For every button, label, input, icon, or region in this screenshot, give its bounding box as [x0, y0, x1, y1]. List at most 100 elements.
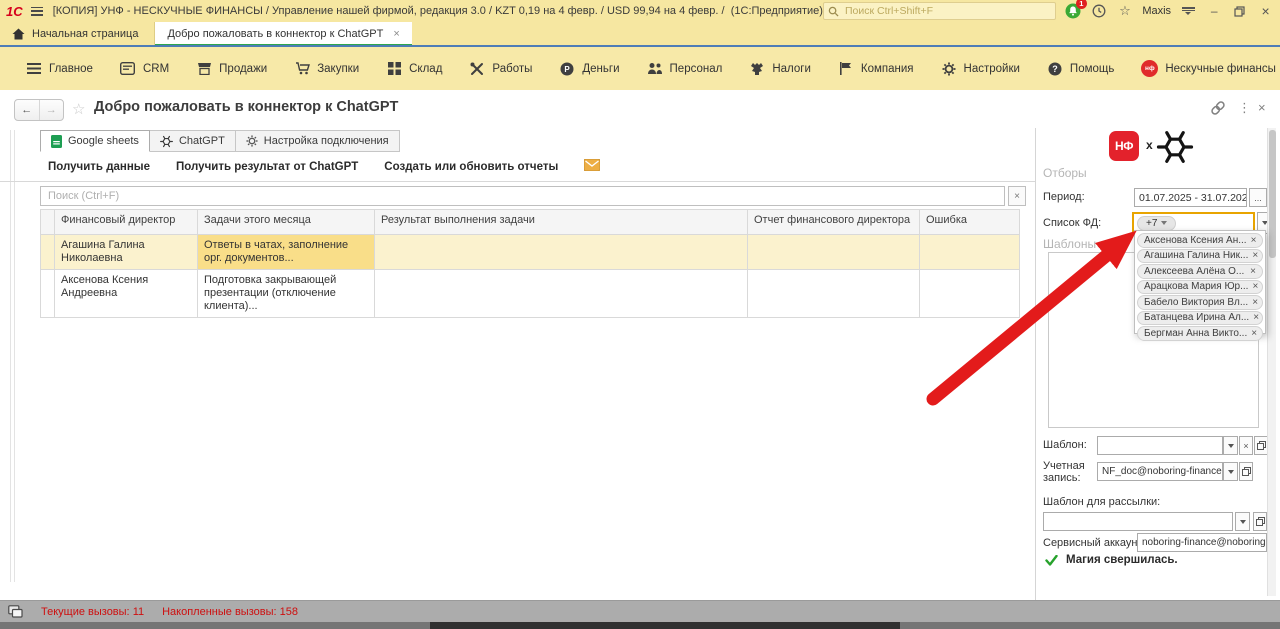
global-search-box[interactable] — [823, 2, 1056, 20]
tab-home-label: Начальная страница — [32, 28, 138, 40]
cell-result[interactable] — [375, 235, 748, 269]
template-open-button[interactable] — [1254, 436, 1268, 455]
fd-list-item[interactable]: Батанцева Ирина Ал...× — [1137, 311, 1263, 326]
account-open-button[interactable] — [1239, 462, 1253, 481]
get-chatgpt-result-button[interactable]: Получить результат от ChatGPT — [176, 161, 358, 173]
menu-item-works[interactable]: Работы — [469, 61, 532, 77]
scrollbar-thumb[interactable] — [1269, 130, 1276, 258]
menu-item-sales[interactable]: Продажи — [196, 61, 267, 77]
get-link-button[interactable] — [1210, 100, 1226, 121]
more-actions-icon[interactable]: ⋮ — [1238, 100, 1251, 116]
menu-item-crm[interactable]: CRM — [120, 61, 169, 77]
forward-button[interactable]: → — [39, 100, 64, 120]
notifications-button[interactable]: 1 — [1065, 2, 1082, 20]
success-message: Магия свершилась. — [1066, 554, 1178, 566]
subtab-connection-settings[interactable]: Настройка подключения — [236, 130, 400, 152]
clear-search-button[interactable]: × — [1008, 186, 1026, 206]
menu-item-help[interactable]: ? Помощь — [1047, 61, 1114, 77]
chevron-down-icon — [1161, 221, 1167, 225]
menu-item-warehouse[interactable]: Склад — [386, 61, 442, 77]
fd-list-item[interactable]: Арацкова Мария Юр...× — [1137, 280, 1263, 295]
cell-director[interactable]: Аксенова Ксения Андреевна — [55, 270, 198, 317]
cell-tasks-current[interactable]: Ответы в чатах, заполнение орг. документ… — [198, 235, 375, 269]
cell-result[interactable] — [375, 270, 748, 317]
remove-icon[interactable]: × — [1252, 281, 1258, 292]
cell-error[interactable] — [920, 270, 1020, 317]
mailing-template-field[interactable] — [1043, 512, 1233, 531]
remove-icon[interactable]: × — [1253, 312, 1259, 323]
fd-count-chip[interactable]: +7 — [1137, 216, 1176, 231]
cell-error[interactable] — [920, 235, 1020, 269]
service-menu-icon[interactable] — [1180, 2, 1197, 20]
cell-report[interactable] — [748, 235, 920, 269]
table-row[interactable]: Агашина Галина Николаевна Ответы в чатах… — [40, 235, 1020, 270]
close-form-icon[interactable]: × — [1258, 100, 1266, 115]
panel-scrollbar[interactable] — [1267, 128, 1276, 596]
account-field[interactable]: NF_doc@noboring-finance.ru — [1097, 462, 1223, 481]
mailing-dropdown-button[interactable] — [1235, 512, 1250, 531]
main-menu-icon[interactable] — [31, 7, 43, 16]
remove-icon[interactable]: × — [1250, 266, 1256, 277]
back-button[interactable]: ← — [15, 100, 39, 120]
menu-item-noboring-finance[interactable]: нф Нескучные финансы — [1141, 60, 1276, 77]
table-row[interactable]: Аксенова Ксения Андреевна Подготовка зак… — [40, 270, 1020, 318]
mailing-open-button[interactable] — [1253, 512, 1267, 531]
get-data-button[interactable]: Получить данные — [48, 161, 150, 173]
menu-item-company[interactable]: Компания — [838, 61, 914, 77]
mail-button[interactable] — [584, 158, 600, 176]
close-tab-icon[interactable]: × — [393, 28, 399, 40]
fd-list-item[interactable]: Аксенова Ксения Ан...× — [1137, 233, 1263, 248]
close-window-button[interactable]: × — [1257, 2, 1274, 20]
favorite-star-icon[interactable]: ☆ — [72, 100, 85, 118]
home-icon — [12, 28, 25, 40]
service-account-field[interactable]: noboring-finance@noboring-fi — [1137, 533, 1267, 552]
cell-report[interactable] — [748, 270, 920, 317]
col-director[interactable]: Финансовый директор — [55, 210, 198, 234]
history-button[interactable] — [1091, 2, 1108, 20]
remove-icon[interactable]: × — [1251, 328, 1257, 339]
tab-chatgpt-connector[interactable]: Добро пожаловать в коннектор к ChatGPT × — [155, 22, 411, 45]
menu-item-settings[interactable]: Настройки — [941, 61, 1020, 77]
menu-item-money[interactable]: Р Деньги — [559, 61, 619, 77]
col-error[interactable]: Ошибка — [920, 210, 1020, 234]
template-dropdown-button[interactable] — [1223, 436, 1238, 455]
fd-list-item[interactable]: Бабело Виктория Вл...× — [1137, 295, 1263, 310]
menu-item-taxes[interactable]: Налоги — [749, 61, 811, 77]
restore-button[interactable] — [1232, 2, 1249, 20]
fd-list-item[interactable]: Агашина Галина Ник...× — [1137, 249, 1263, 264]
tab-home[interactable]: Начальная страница — [0, 22, 155, 45]
remove-icon[interactable]: × — [1251, 235, 1257, 246]
fd-list-item[interactable]: Алексеева Алёна О...× — [1137, 264, 1263, 279]
menu-item-main[interactable]: Главное — [26, 61, 93, 77]
menu-item-purchases[interactable]: Закупки — [294, 61, 359, 77]
favorites-button[interactable]: ☆ — [1117, 2, 1134, 20]
cell-director[interactable]: Агашина Галина Николаевна — [55, 235, 198, 269]
subtab-chatgpt[interactable]: ChatGPT — [150, 130, 236, 152]
period-picker-button[interactable]: ... — [1249, 188, 1267, 207]
col-result[interactable]: Результат выполнения задачи — [375, 210, 748, 234]
form-area: ← → ☆ Добро пожаловать в коннектор к Cha… — [0, 90, 1280, 600]
remove-icon[interactable]: × — [1252, 250, 1258, 261]
minimize-button[interactable]: – — [1206, 2, 1223, 20]
fd-list-item[interactable]: Бергман Анна Викто...× — [1137, 326, 1263, 341]
check-icon — [1045, 555, 1058, 566]
user-menu[interactable]: Maxis — [1142, 2, 1171, 20]
menu-item-staff[interactable]: Персонал — [647, 61, 723, 77]
global-search-input[interactable] — [843, 4, 1051, 18]
filters-section-title: Отборы — [1043, 166, 1087, 180]
template-field[interactable] — [1097, 436, 1223, 455]
accumulated-calls: Накопленные вызовы: 158 — [162, 606, 298, 618]
table-search-input[interactable] — [46, 189, 999, 203]
period-field[interactable]: 01.07.2025 - 31.07.2025 — [1134, 188, 1247, 207]
table-search-box[interactable] — [40, 186, 1005, 206]
col-tasks[interactable]: Задачи этого месяца — [198, 210, 375, 234]
cell-tasks[interactable]: Подготовка закрывающей презентации (откл… — [198, 270, 375, 317]
works-icon — [469, 61, 485, 77]
calls-indicator-icon[interactable] — [8, 605, 23, 618]
subtab-google-sheets[interactable]: Google sheets — [40, 130, 150, 152]
account-dropdown-button[interactable] — [1223, 462, 1238, 481]
create-reports-button[interactable]: Создать или обновить отчеты — [384, 161, 558, 173]
remove-icon[interactable]: × — [1252, 297, 1258, 308]
col-report[interactable]: Отчет финансового директора — [748, 210, 920, 234]
template-clear-button[interactable]: × — [1239, 436, 1253, 455]
